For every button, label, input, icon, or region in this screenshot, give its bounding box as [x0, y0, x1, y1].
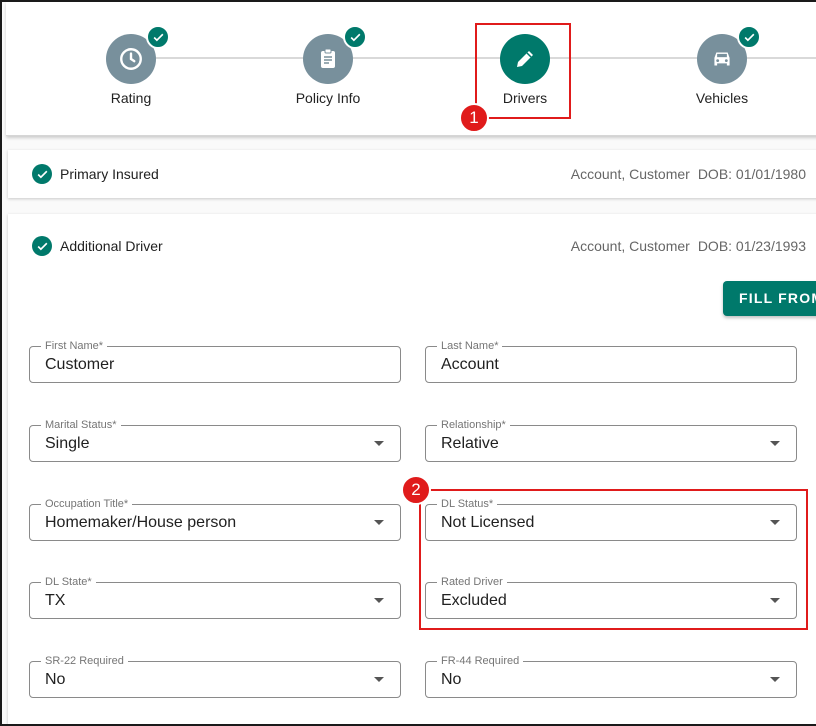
fr44-value: No — [441, 671, 462, 688]
fill-from-button[interactable]: FILL FROM — [723, 281, 816, 316]
additional-driver-title: Additional Driver — [60, 238, 163, 254]
step-complete-check-icon — [343, 25, 367, 49]
first-name-value[interactable]: Customer — [45, 356, 114, 374]
callout-badge-1: 1 — [459, 103, 489, 133]
progress-stepper: Rating Policy Info Drivers Vehicles — [6, 2, 816, 136]
step-policy-info-circle — [303, 25, 367, 84]
check-circle-icon — [32, 164, 52, 184]
marital-status-select[interactable]: Marital Status* Single — [29, 418, 401, 462]
step-rating-circle — [106, 25, 170, 84]
primary-insured-dob: DOB: 01/01/1980 — [697, 166, 806, 182]
step-complete-check-icon — [146, 25, 170, 49]
dropdown-arrow-icon[interactable] — [374, 598, 384, 603]
car-icon — [714, 52, 730, 66]
primary-insured-name: Account, Customer — [570, 166, 690, 182]
primary-insured-header: Primary Insured — [32, 164, 159, 184]
step-vehicles-circle — [697, 25, 761, 84]
occupation-label: Occupation Title* — [41, 497, 133, 511]
additional-driver-dob: DOB: 01/23/1993 — [697, 238, 806, 254]
relationship-value: Relative — [441, 435, 499, 452]
step-complete-check-icon — [737, 25, 761, 49]
fr44-select[interactable]: FR-44 Required No — [425, 654, 797, 698]
occupation-value: Homemaker/House person — [45, 514, 237, 531]
additional-driver-name: Account, Customer — [570, 238, 690, 254]
last-name-value[interactable]: Account — [441, 356, 499, 374]
callout-box-dl-fields — [419, 489, 808, 630]
dl-state-value: TX — [45, 592, 66, 609]
occupation-select[interactable]: Occupation Title* Homemaker/House person — [29, 497, 401, 541]
sr22-label: SR-22 Required — [41, 654, 128, 668]
first-name-label: First Name* — [41, 339, 108, 353]
marital-status-label: Marital Status* — [41, 418, 121, 432]
callout-box-drivers — [475, 23, 571, 119]
app-frame: Rating Policy Info Drivers Vehicles Prim… — [0, 0, 816, 726]
dropdown-arrow-icon[interactable] — [374, 520, 384, 525]
dropdown-arrow-icon[interactable] — [770, 441, 780, 446]
dropdown-arrow-icon[interactable] — [770, 677, 780, 682]
marital-status-value: Single — [45, 435, 90, 452]
check-circle-icon — [32, 236, 52, 256]
dropdown-arrow-icon[interactable] — [374, 441, 384, 446]
primary-insured-title: Primary Insured — [60, 166, 159, 182]
first-name-field[interactable]: First Name* Customer — [29, 339, 401, 383]
last-name-field[interactable]: Last Name* Account — [425, 339, 797, 383]
primary-insured-card[interactable]: Primary Insured Account, Customer DOB: 0… — [8, 150, 816, 198]
dropdown-arrow-icon[interactable] — [374, 677, 384, 682]
step-label: Rating — [110, 90, 152, 106]
dl-state-select[interactable]: DL State* TX — [29, 575, 401, 619]
clipboard-icon — [321, 48, 335, 68]
relationship-select[interactable]: Relationship* Relative — [425, 418, 797, 462]
additional-driver-header[interactable]: Additional Driver — [32, 236, 163, 256]
dl-state-label: DL State* — [41, 575, 96, 589]
fr44-label: FR-44 Required — [437, 654, 524, 668]
callout-badge-2: 2 — [401, 475, 431, 505]
additional-driver-card: Additional Driver Account, Customer DOB:… — [8, 214, 816, 724]
relationship-label: Relationship* — [437, 418, 510, 432]
clock-icon — [120, 48, 142, 70]
additional-driver-meta: Account, Customer DOB: 01/23/1993 — [571, 238, 806, 254]
step-rating[interactable]: Rating — [71, 25, 191, 106]
step-vehicles[interactable]: Vehicles — [662, 25, 782, 106]
sr22-select[interactable]: SR-22 Required No — [29, 654, 401, 698]
sr22-value: No — [45, 671, 66, 688]
last-name-label: Last Name* — [437, 339, 503, 353]
step-label: Policy Info — [295, 90, 361, 106]
step-policy-info[interactable]: Policy Info — [268, 25, 388, 106]
primary-insured-meta: Account, Customer DOB: 01/01/1980 — [571, 166, 806, 182]
step-label: Vehicles — [695, 90, 749, 106]
